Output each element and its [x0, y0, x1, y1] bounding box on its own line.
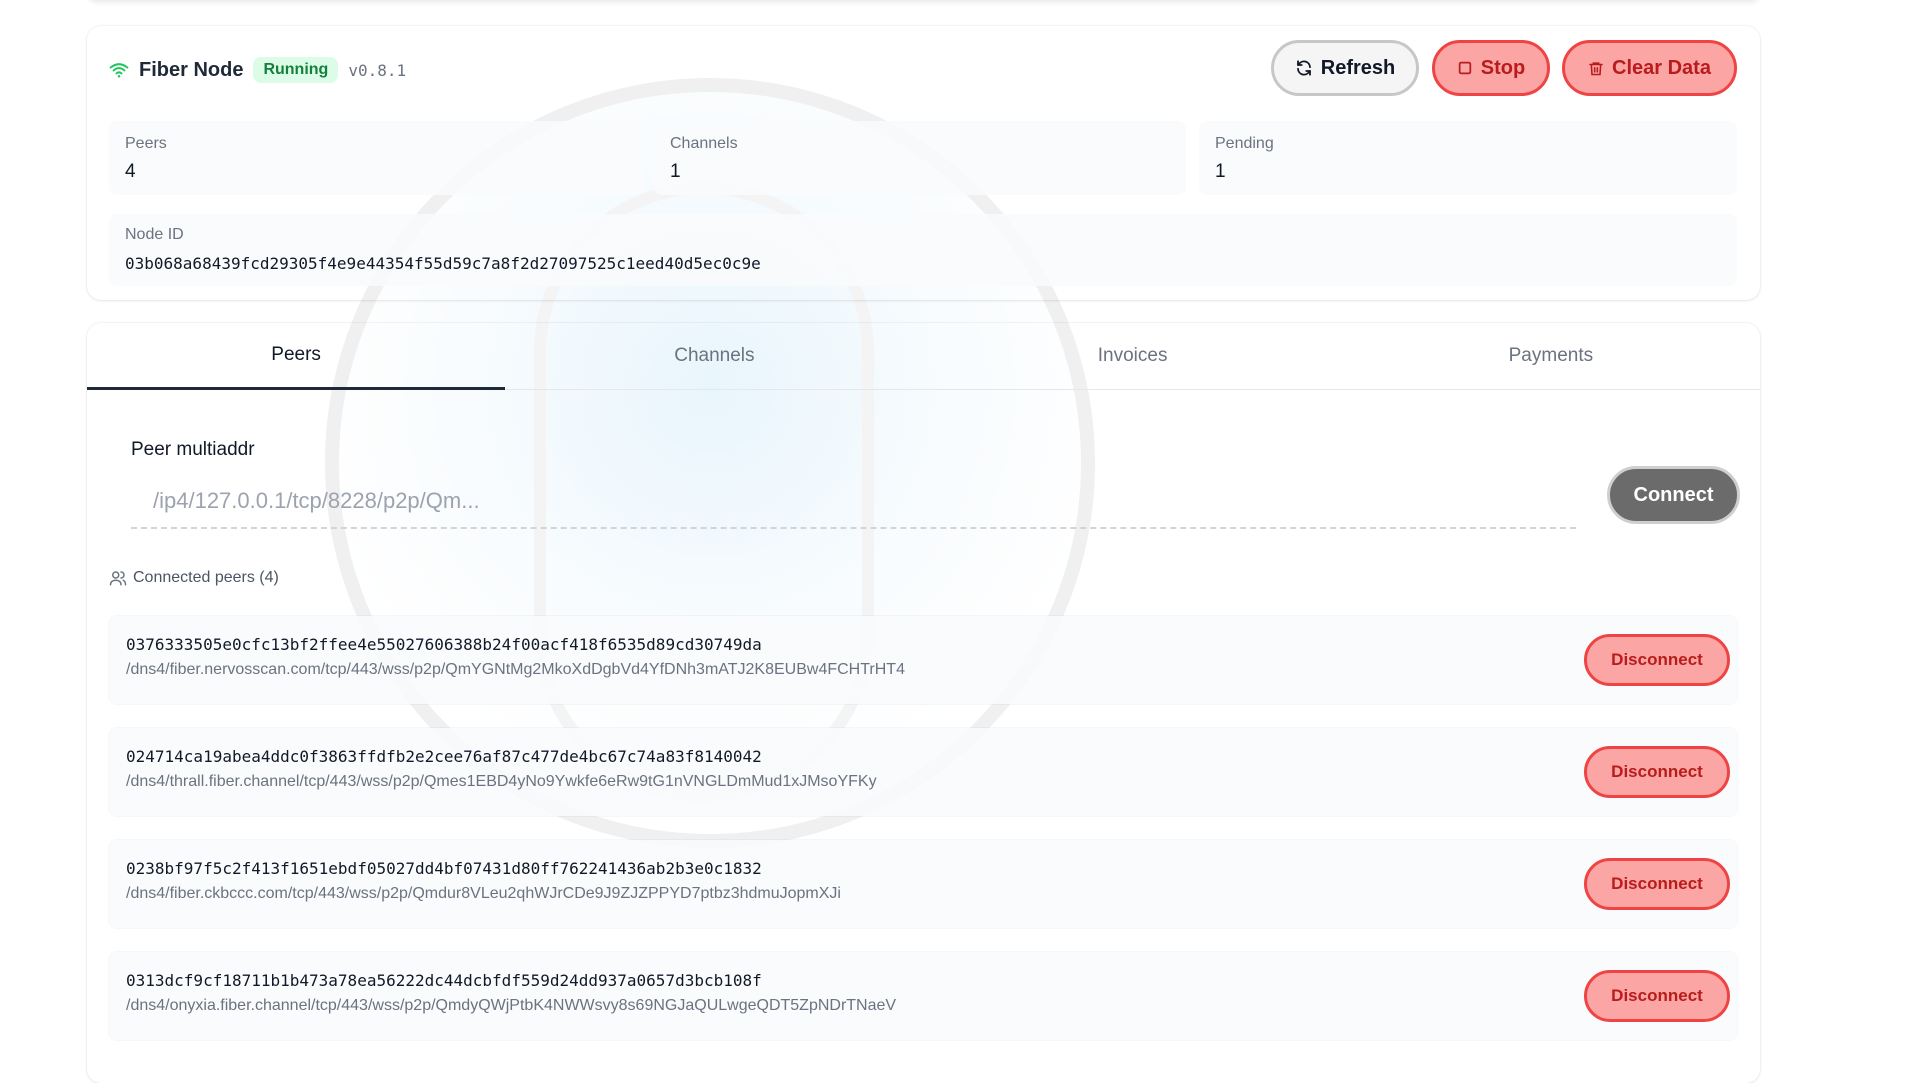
status-badge: Running: [253, 57, 339, 83]
stat-label: Pending: [1215, 135, 1274, 152]
stat-label: Channels: [670, 135, 738, 152]
refresh-button[interactable]: Refresh: [1271, 40, 1419, 96]
stat-value: 4: [125, 161, 136, 182]
refresh-icon: [1296, 60, 1311, 76]
tabs-card: Peers Channels Invoices Payments Peer mu…: [87, 323, 1760, 1083]
node-header: Fiber Node Running v0.8.1: [109, 54, 406, 86]
peer-id: 0376333505e0cfc13bf2ffee4e55027606388b24…: [126, 635, 762, 654]
tab-invoices[interactable]: Invoices: [924, 323, 1342, 389]
stat-value: 1: [670, 161, 681, 182]
connect-button[interactable]: Connect: [1607, 466, 1740, 524]
clear-data-button-label: Clear Data: [1612, 56, 1711, 79]
peer-row: 0238bf97f5c2f413f1651ebdf05027dd4bf07431…: [109, 840, 1737, 928]
disconnect-button[interactable]: Disconnect: [1584, 634, 1730, 686]
peer-id: 0313dcf9cf18711b1b473a78ea56222dc44dcbfd…: [126, 971, 762, 990]
stat-peers: Peers 4: [109, 121, 644, 195]
peer-address: /dns4/thrall.fiber.channel/tcp/443/wss/p…: [126, 773, 877, 790]
peer-multiaddr-label: Peer multiaddr: [131, 439, 255, 460]
stop-icon: [1458, 61, 1471, 75]
clear-data-button[interactable]: Clear Data: [1562, 40, 1737, 96]
version-label: v0.8.1: [348, 60, 407, 80]
trash-icon: [1589, 61, 1603, 75]
node-id-label: Node ID: [125, 226, 184, 243]
stat-pending: Pending 1: [1199, 121, 1737, 195]
peer-row: 024714ca19abea4ddc0f3863ffdfb2e2cee76af8…: [109, 728, 1737, 816]
node-id-box: Node ID 03b068a68439fcd29305f4e9e44354f5…: [109, 214, 1737, 286]
peer-id: 024714ca19abea4ddc0f3863ffdfb2e2cee76af8…: [126, 747, 762, 766]
users-icon: [109, 571, 127, 586]
stat-label: Peers: [125, 135, 167, 152]
tab-peers[interactable]: Peers: [87, 323, 506, 390]
tab-channels[interactable]: Channels: [505, 323, 923, 389]
stat-channels: Channels 1: [654, 121, 1186, 195]
peer-row: 0376333505e0cfc13bf2ffee4e55027606388b24…: [109, 616, 1737, 704]
node-id-value: 03b068a68439fcd29305f4e9e44354f55d59c7a8…: [125, 254, 761, 273]
disconnect-button[interactable]: Disconnect: [1584, 858, 1730, 910]
connected-peers-label: Connected peers (4): [133, 569, 279, 586]
stop-button-label: Stop: [1480, 56, 1526, 79]
tab-payments[interactable]: Payments: [1342, 323, 1760, 389]
connected-peers-heading: Connected peers (4): [109, 569, 279, 587]
peer-address: /dns4/fiber.nervosscan.com/tcp/443/wss/p…: [126, 661, 905, 678]
peer-address: /dns4/fiber.ckbccc.com/tcp/443/wss/p2p/Q…: [126, 885, 841, 902]
node-title: Fiber Node: [139, 58, 244, 81]
peer-address: /dns4/onyxia.fiber.channel/tcp/443/wss/p…: [126, 997, 897, 1014]
tab-bar: Peers Channels Invoices Payments: [87, 323, 1760, 390]
stop-button[interactable]: Stop: [1432, 40, 1550, 96]
disconnect-button[interactable]: Disconnect: [1584, 746, 1730, 798]
wifi-icon: [109, 63, 129, 78]
stat-value: 1: [1215, 161, 1226, 182]
peer-multiaddr-input[interactable]: [131, 475, 1576, 529]
peer-id: 0238bf97f5c2f413f1651ebdf05027dd4bf07431…: [126, 859, 762, 878]
disconnect-button[interactable]: Disconnect: [1584, 970, 1730, 1022]
refresh-button-label: Refresh: [1320, 56, 1396, 79]
peer-row: 0313dcf9cf18711b1b473a78ea56222dc44dcbfd…: [109, 952, 1737, 1040]
node-info-card: Fiber Node Running v0.8.1 Refresh Stop C…: [87, 26, 1760, 300]
